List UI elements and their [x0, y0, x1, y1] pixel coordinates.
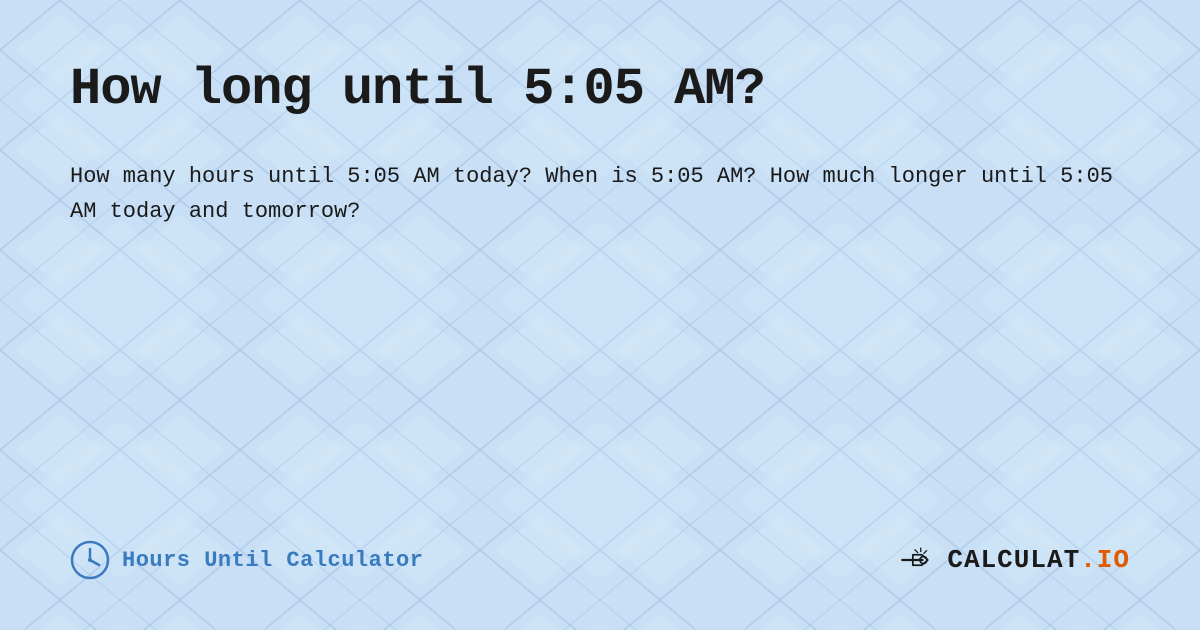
hand-icon [897, 542, 941, 578]
page-description: How many hours until 5:05 AM today? When… [70, 159, 1130, 229]
logo-text: CALCULAT.IO [947, 545, 1130, 575]
footer: Hours Until Calculator CALCULAT.IO [70, 540, 1130, 590]
logo-section: CALCULAT.IO [897, 542, 1130, 578]
clock-icon [70, 540, 110, 580]
page-title: How long until 5:05 AM? [70, 60, 1130, 119]
brand-label: Hours Until Calculator [122, 548, 423, 573]
brand-section: Hours Until Calculator [70, 540, 423, 580]
